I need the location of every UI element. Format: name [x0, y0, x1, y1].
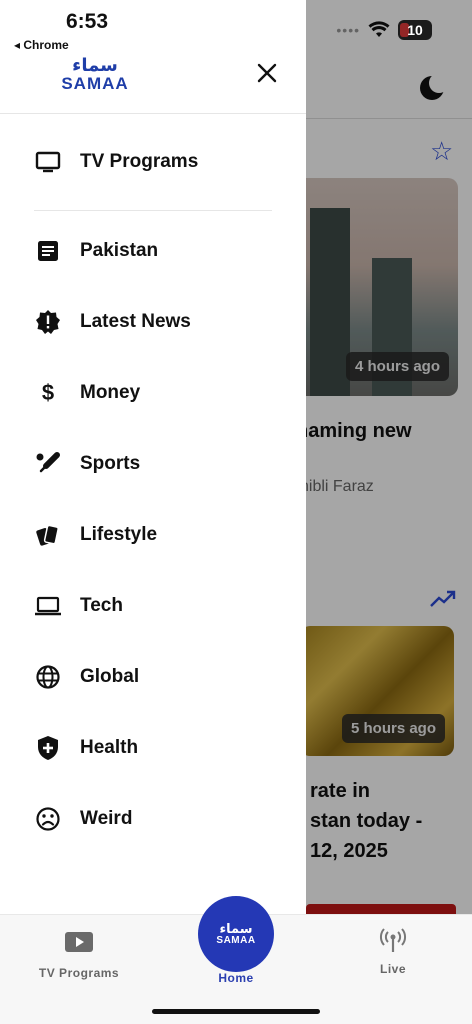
article-icon: [34, 237, 62, 265]
menu-item-label: Latest News: [80, 311, 191, 332]
home-logo-text: SAMAA: [216, 935, 256, 946]
shield-plus-icon: [34, 734, 62, 762]
logo-text: SAMAA: [61, 74, 129, 93]
menu-divider: [34, 210, 272, 211]
menu-item-tech[interactable]: Tech: [34, 584, 284, 628]
menu-item-label: Global: [80, 666, 140, 687]
menu-item-label: Pakistan: [80, 240, 159, 261]
tab-label: Home: [218, 971, 254, 985]
menu-item-label: Weird: [80, 808, 133, 829]
tv-icon: [34, 148, 62, 176]
tab-tv-programs[interactable]: TV Programs: [34, 929, 124, 980]
menu-item-label: Lifestyle: [80, 524, 158, 545]
samaa-logo: سماء SAMAA: [52, 56, 138, 96]
menu-item-sports[interactable]: Sports: [34, 442, 284, 486]
sad-face-icon: [34, 805, 62, 833]
battery-level: 10: [407, 22, 423, 38]
menu-item-label: Health: [80, 737, 139, 758]
menu-item-label: TV Programs: [80, 151, 199, 172]
tab-live[interactable]: Live: [348, 927, 438, 976]
menu-item-label: Sports: [80, 453, 141, 474]
home-indicator[interactable]: [152, 1009, 320, 1014]
status-time: 6:53: [66, 10, 109, 33]
menu-item-health[interactable]: Health: [34, 726, 284, 770]
drawer-header-divider: [0, 113, 306, 114]
menu-item-global[interactable]: Global: [34, 655, 284, 699]
menu-item-label: Money: [80, 382, 141, 403]
broadcast-icon: [380, 928, 406, 952]
menu-item-weird[interactable]: Weird: [34, 797, 284, 841]
logo-urdu-text: سماء: [72, 55, 118, 75]
menu-item-money[interactable]: $ Money: [34, 371, 284, 415]
tab-home[interactable]: Home: [198, 971, 274, 985]
tab-label: Live: [379, 962, 406, 976]
home-logo-button[interactable]: سماء SAMAA: [198, 896, 274, 972]
cricket-bat-icon: [34, 450, 62, 478]
close-icon[interactable]: [254, 60, 280, 86]
dollar-icon: $: [41, 380, 55, 405]
back-to-app-link[interactable]: ◂ Chrome: [14, 38, 69, 52]
menu-item-lifestyle[interactable]: Lifestyle: [34, 513, 284, 557]
cards-icon: [34, 521, 62, 549]
menu-item-label: Tech: [80, 595, 123, 616]
play-icon: [65, 932, 93, 952]
navigation-drawer: 6:53 ◂ Chrome سماء SAMAA TV Programs Pak…: [0, 0, 306, 914]
alert-badge-icon: [34, 308, 62, 336]
menu-item-latest-news[interactable]: Latest News: [34, 300, 284, 344]
home-logo-urdu: سماء: [219, 921, 253, 936]
globe-icon: [34, 663, 62, 691]
tab-label: TV Programs: [38, 966, 120, 980]
laptop-icon: [34, 592, 62, 620]
menu-item-tv-programs[interactable]: TV Programs: [34, 140, 284, 184]
menu-item-pakistan[interactable]: Pakistan: [34, 229, 284, 273]
